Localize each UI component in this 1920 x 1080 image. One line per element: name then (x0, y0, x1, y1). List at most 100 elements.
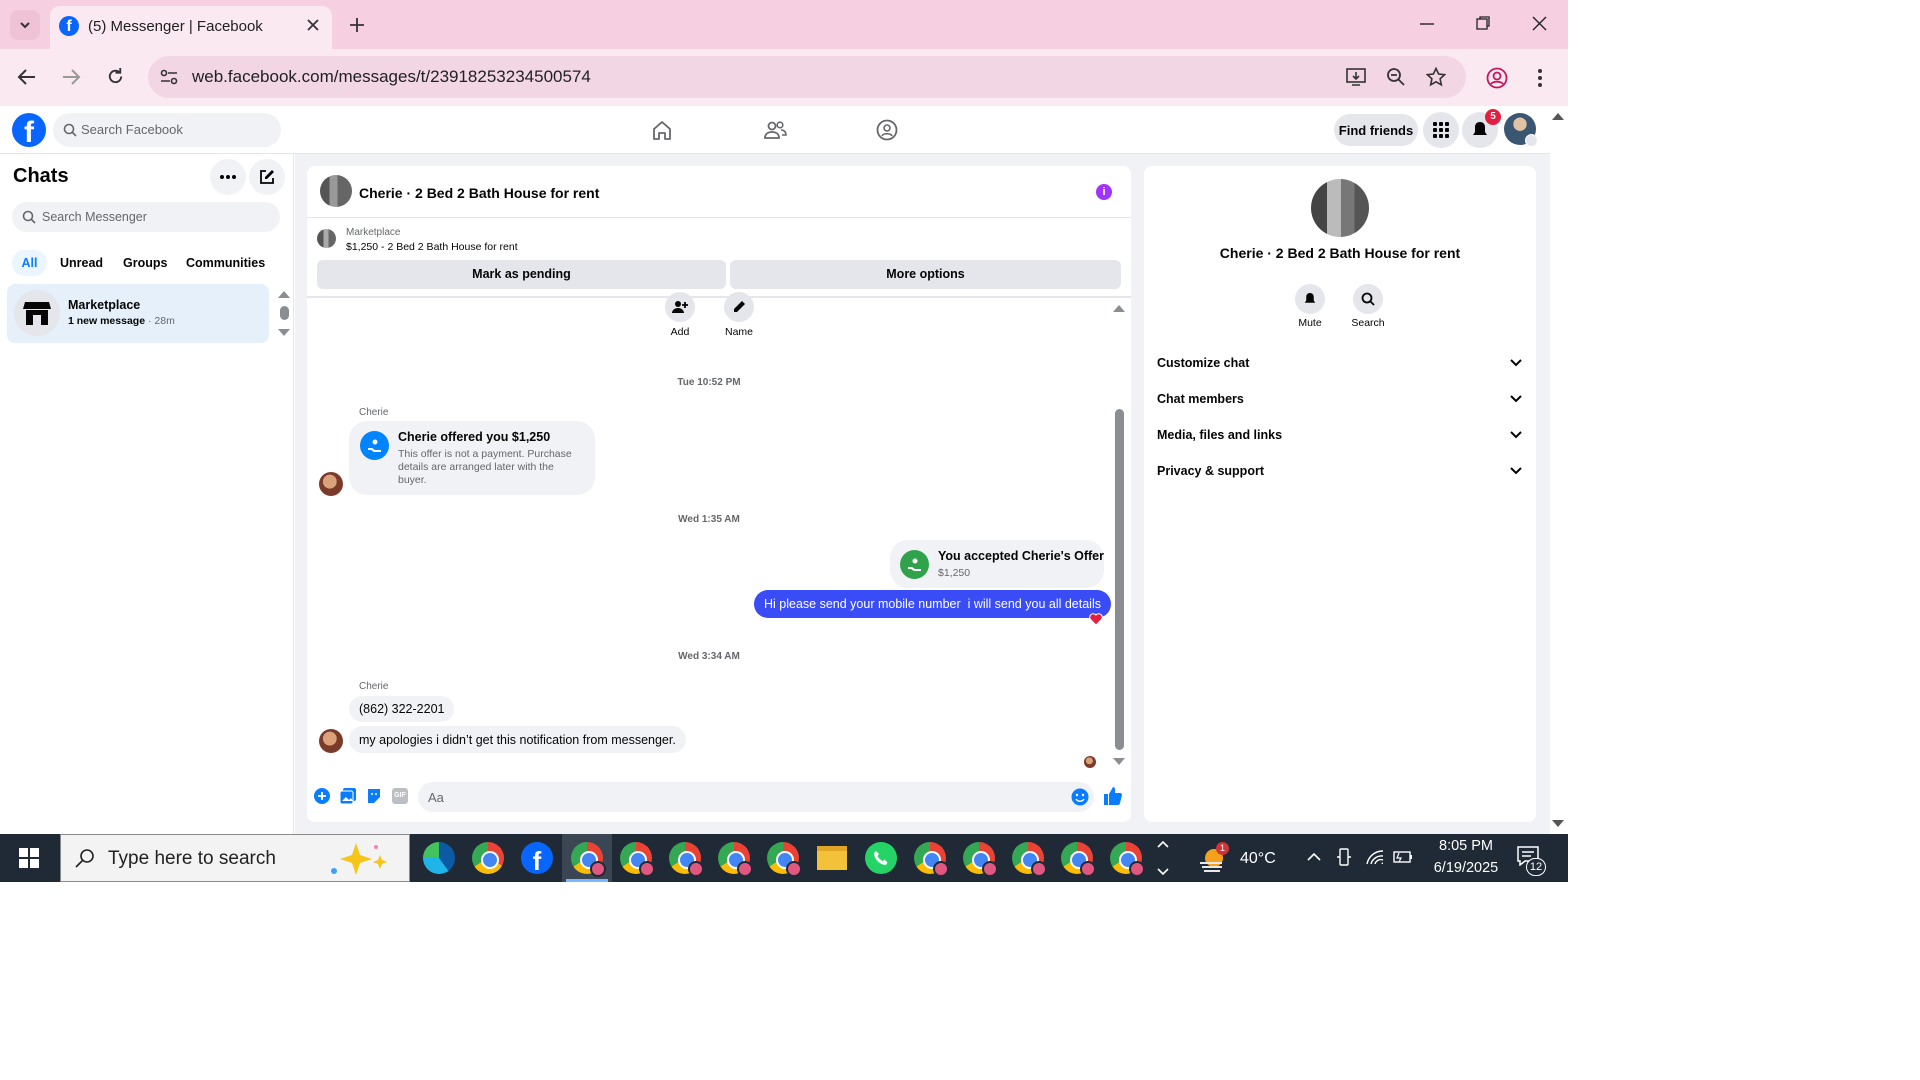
url-field[interactable]: web.facebook.com/messages/t/239182532345… (148, 56, 1466, 98)
listing-detail[interactable]: $1,250 - 2 Bed 2 Bath House for rent (346, 241, 518, 253)
add-people-button[interactable] (665, 292, 695, 322)
chrome-profile-taskbar-icon[interactable] (963, 842, 998, 877)
facebook-taskbar-icon[interactable]: f (521, 842, 553, 874)
thumbs-up-icon[interactable] (1104, 787, 1122, 805)
conversation-info-button[interactable]: i (1096, 184, 1112, 200)
browser-tab-active[interactable]: f (5) Messenger | Facebook (50, 6, 332, 49)
message-input[interactable]: Aa (418, 782, 1094, 812)
friends-icon[interactable] (763, 119, 787, 141)
browser-menu-icon[interactable] (1537, 68, 1543, 88)
filter-all[interactable]: All (12, 250, 47, 276)
sender-name: Cherie (359, 407, 389, 418)
chrome-profile-taskbar-icon[interactable] (1061, 842, 1096, 877)
restore-icon[interactable] (1476, 16, 1490, 30)
new-tab-icon[interactable] (348, 16, 366, 34)
search-icon (1361, 292, 1375, 306)
reload-icon[interactable] (106, 67, 125, 86)
emoji-icon[interactable] (1071, 788, 1089, 806)
clock-time[interactable]: 8:05 PM (1425, 838, 1507, 854)
offer-card[interactable]: Cherie offered you $1,250 This offer is … (349, 421, 595, 495)
file-explorer-taskbar-icon[interactable] (817, 846, 847, 870)
mark-as-pending-button[interactable]: Mark as pending (317, 260, 726, 289)
taskbar-search-placeholder: Type here to search (108, 848, 276, 869)
bookmark-star-icon[interactable] (1426, 67, 1446, 87)
messenger-search[interactable]: Search Messenger (12, 202, 280, 232)
site-settings-icon[interactable] (160, 69, 178, 85)
device-icon[interactable] (1337, 848, 1351, 866)
menu-button[interactable] (1423, 112, 1459, 148)
gif-icon[interactable]: GIF (392, 788, 408, 804)
facebook-logo[interactable]: f (12, 113, 46, 147)
tab-close-icon[interactable] (306, 18, 320, 32)
taskbar-scroll-down-icon[interactable] (1157, 868, 1169, 876)
mute-button[interactable] (1295, 284, 1325, 314)
cherie-avatar[interactable] (319, 472, 343, 496)
info-name: Cherie · 2 Bed 2 Bath House for rent (1219, 245, 1461, 261)
chats-options-button[interactable] (210, 159, 246, 195)
chrome-profile-taskbar-icon[interactable] (620, 842, 655, 877)
taskbar-scroll-up-icon[interactable] (1157, 840, 1169, 848)
account-chevron-icon[interactable] (1525, 134, 1538, 147)
chrome-profile-taskbar-icon[interactable] (914, 842, 949, 877)
conversation-scroll-up-icon[interactable] (1113, 304, 1125, 312)
chatlist-scrollbar-thumb[interactable] (280, 306, 289, 320)
install-app-icon[interactable] (1346, 67, 1366, 87)
find-friends-button[interactable]: Find friends (1334, 114, 1418, 146)
edge-taskbar-icon[interactable] (423, 842, 455, 874)
whatsapp-taskbar-icon[interactable] (865, 842, 897, 874)
chrome-taskbar-icon[interactable] (472, 842, 504, 874)
home-icon[interactable] (651, 119, 673, 141)
taskbar-search[interactable]: Type here to search (60, 834, 410, 882)
chatlist-scroll-down-icon[interactable] (278, 329, 290, 337)
cherie-avatar[interactable] (319, 729, 343, 753)
weather-widget[interactable]: 1 40°C (1198, 842, 1288, 876)
chrome-profile-taskbar-icon[interactable] (767, 842, 802, 877)
accepted-offer-card[interactable]: You accepted Cherie's Offer $1,250 (890, 540, 1104, 588)
chat-list-item[interactable]: Marketplace 1 new message · 28m (7, 284, 269, 343)
chats-title: Chats (13, 165, 69, 187)
minimize-icon[interactable] (1420, 22, 1434, 26)
clock-date[interactable]: 6/19/2025 (1421, 860, 1511, 876)
chrome-profile-taskbar-icon[interactable] (571, 842, 606, 877)
tab-search-button[interactable] (10, 10, 40, 40)
zoom-icon[interactable] (1386, 67, 1406, 87)
chrome-profile-taskbar-icon[interactable] (718, 842, 753, 877)
wifi-icon[interactable] (1366, 850, 1384, 866)
name-chat-button[interactable] (724, 292, 754, 322)
conversation-scroll-down-icon[interactable] (1113, 758, 1125, 766)
search-conversation-button[interactable] (1353, 284, 1383, 314)
chatlist-scroll-up-icon[interactable] (278, 290, 290, 298)
groups-icon[interactable] (876, 119, 898, 141)
sticker-icon[interactable] (366, 788, 382, 804)
more-options-button[interactable]: More options (730, 260, 1121, 289)
chrome-profile-taskbar-icon[interactable] (1110, 842, 1145, 877)
chrome-profile-taskbar-icon[interactable] (1012, 842, 1047, 877)
back-icon[interactable] (17, 68, 37, 86)
close-window-icon[interactable] (1532, 16, 1547, 31)
conversation-title[interactable]: Cherie · 2 Bed 2 Bath House for rent (359, 185, 599, 201)
profile-icon[interactable] (1486, 67, 1508, 89)
notification-center-count: 12 (1526, 858, 1546, 876)
conversation-scrollbar-thumb[interactable] (1115, 409, 1124, 750)
windows-start-icon[interactable] (19, 848, 39, 868)
reply-message-bubble[interactable]: my apologies i didn’t get this notificat… (349, 726, 686, 753)
battery-icon[interactable] (1393, 851, 1413, 863)
chat-item-separator: · (145, 315, 155, 327)
forward-icon[interactable] (61, 68, 81, 86)
filter-groups[interactable]: Groups (123, 256, 167, 270)
page-scroll-down-icon[interactable] (1552, 820, 1564, 828)
phone-message-bubble[interactable]: (862) 322-2201 (349, 696, 455, 722)
conversation-avatar[interactable] (320, 175, 352, 207)
page-scroll-up-icon[interactable] (1552, 112, 1564, 120)
more-actions-plus-icon[interactable] (314, 788, 330, 804)
photo-icon[interactable] (340, 788, 356, 804)
new-message-button[interactable] (249, 159, 285, 195)
chrome-profile-taskbar-icon[interactable] (669, 842, 704, 877)
my-message-bubble[interactable]: Hi please send your mobile number i will… (754, 590, 1111, 618)
info-avatar[interactable] (1311, 179, 1369, 237)
filter-communities[interactable]: Communities (186, 256, 265, 270)
filter-unread[interactable]: Unread (60, 256, 103, 270)
heart-reaction-icon[interactable] (1089, 613, 1103, 626)
facebook-search[interactable]: Search Facebook (53, 113, 281, 147)
show-hidden-icons-icon[interactable] (1307, 852, 1321, 861)
